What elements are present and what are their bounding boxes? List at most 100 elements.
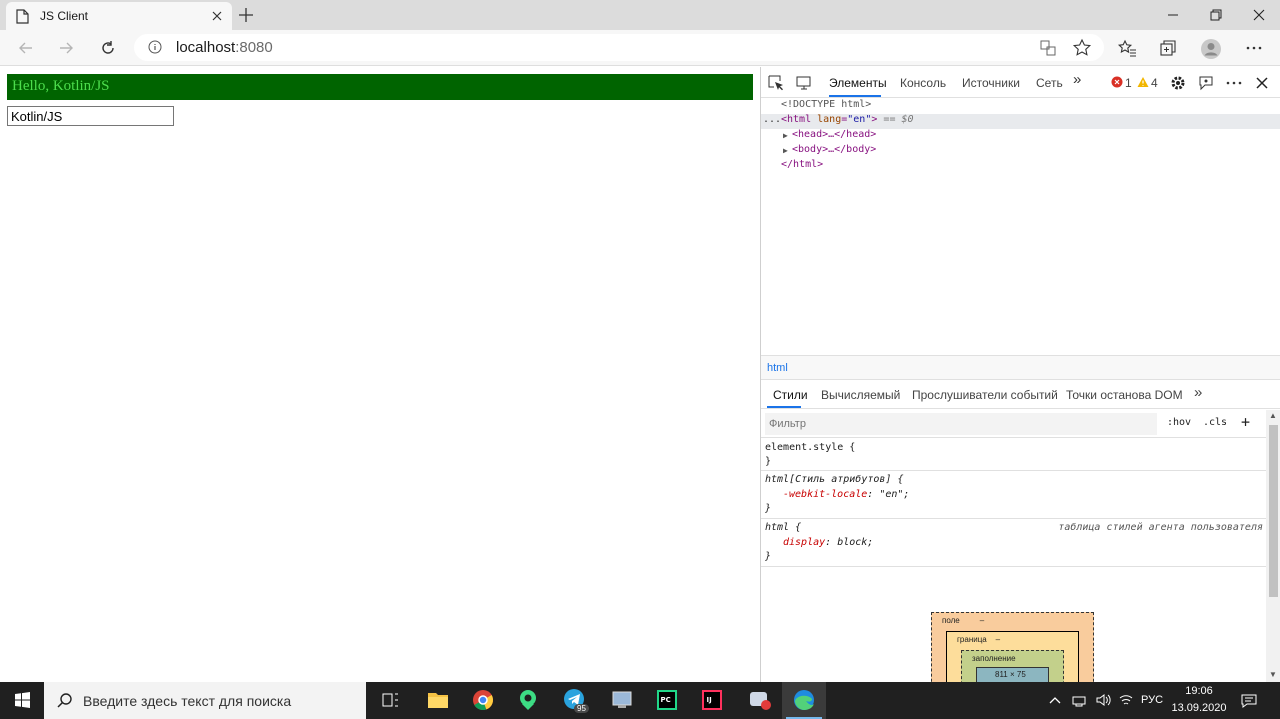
tab-dom-breakpoints[interactable]: Точки останова DOM (1066, 388, 1183, 402)
rule-close: } (765, 551, 772, 562)
taskbar-app[interactable] (600, 682, 644, 719)
intellij-icon: IJ (702, 690, 722, 710)
tab-styles[interactable]: Стили (773, 388, 808, 402)
task-view-button[interactable] (368, 682, 412, 719)
more-options-icon[interactable] (1244, 38, 1264, 58)
favorite-star-icon[interactable] (1072, 38, 1092, 58)
rule-selector: html { (765, 522, 802, 533)
class-button[interactable]: .cls (1203, 417, 1227, 428)
rule-selector: element.style { (765, 442, 856, 453)
minimize-icon[interactable] (1163, 5, 1183, 25)
taskbar-pycharm[interactable]: PC (645, 682, 689, 719)
head-node-text: <head>…</head> (792, 129, 877, 140)
dom-node-html-close[interactable]: </html> (761, 159, 1280, 174)
chrome-icon (473, 690, 494, 710)
expand-arrow-icon[interactable]: ▶ (783, 131, 788, 140)
volume-icon[interactable] (1095, 692, 1111, 708)
collections-icon[interactable] (1158, 38, 1178, 58)
inspect-element-icon[interactable] (767, 74, 785, 92)
taskbar-intellij[interactable]: IJ (690, 682, 734, 719)
text-input[interactable] (7, 106, 174, 126)
windows-taskbar: Введите здесь текст для поиска 95 PC IJ (0, 682, 1280, 719)
close-window-icon[interactable] (1249, 5, 1269, 25)
start-button[interactable] (0, 682, 44, 719)
tab-network[interactable]: Сеть (1036, 76, 1063, 90)
profile-avatar-icon[interactable] (1200, 38, 1221, 59)
language-indicator[interactable]: РУС (1141, 694, 1163, 706)
error-icon[interactable] (1111, 76, 1123, 88)
rule-user-agent[interactable]: html { таблица стилей агента пользовател… (761, 519, 1266, 567)
box-model-margin-label: поле – (942, 616, 985, 625)
notifications-icon[interactable] (1240, 692, 1258, 710)
settings-gear-icon[interactable] (1169, 74, 1187, 92)
page-icon (16, 9, 29, 24)
taskbar-telegram[interactable]: 95 (552, 682, 596, 719)
dom-node-doctype[interactable]: <!DOCTYPE html> (761, 99, 1280, 114)
browser-tab[interactable]: JS Client (6, 2, 232, 30)
taskbar-chrome[interactable] (461, 682, 505, 719)
refresh-icon[interactable] (98, 38, 118, 58)
rule-attribute-style[interactable]: html[Стиль атрибутов] { -webkit-locale: … (761, 471, 1266, 519)
dom-node-head[interactable]: ▶ <head>…</head> (761, 129, 1280, 144)
styles-scrollbar[interactable]: ▲ ▼ (1266, 410, 1280, 682)
tab-computed[interactable]: Вычисляемый (821, 388, 900, 402)
page-viewport: Hello, Kotlin/JS (0, 67, 760, 682)
taskbar-explorer[interactable] (416, 682, 460, 719)
hover-state-button[interactable]: :hov (1167, 417, 1191, 428)
clock-time[interactable]: 19:06 (1170, 685, 1228, 697)
tab-event-listeners[interactable]: Прослушиватели событий (912, 388, 1058, 402)
close-tab-icon[interactable] (209, 8, 225, 24)
url-port: :8080 (235, 39, 273, 56)
address-bar[interactable]: localhost:8080 (134, 34, 1104, 61)
devtools-menu-icon[interactable] (1225, 74, 1243, 92)
scroll-down-icon[interactable]: ▼ (1269, 670, 1277, 679)
breadcrumb-html[interactable]: html (767, 362, 788, 374)
tab-sources[interactable]: Источники (962, 76, 1020, 90)
clock-date[interactable]: 13.09.2020 (1170, 702, 1228, 714)
taskbar-maps[interactable] (506, 682, 550, 719)
favorites-icon[interactable] (1117, 38, 1137, 58)
expand-arrow-icon[interactable]: ▶ (783, 146, 788, 155)
device-toolbar-icon[interactable] (795, 74, 813, 92)
new-rule-icon[interactable]: + (1241, 413, 1250, 431)
taskbar-edge[interactable] (782, 682, 826, 719)
translate-icon[interactable] (1038, 38, 1058, 58)
taskbar-app-2[interactable] (737, 682, 781, 719)
map-pin-icon (520, 690, 536, 710)
more-tabs-icon[interactable]: » (1194, 384, 1202, 401)
wifi-icon[interactable] (1118, 692, 1134, 708)
svg-text:PC: PC (661, 696, 671, 704)
css-value: : "en"; (867, 489, 910, 500)
back-icon[interactable] (16, 38, 36, 58)
restore-icon[interactable] (1206, 5, 1226, 25)
app-icon (750, 692, 771, 710)
warning-count: 4 (1151, 76, 1158, 90)
more-tabs-icon[interactable]: » (1073, 71, 1091, 89)
taskbar-search[interactable]: Введите здесь текст для поиска (44, 682, 366, 719)
dom-node-body[interactable]: ▶ <body>…</body> (761, 144, 1280, 159)
box-model-padding-label: заполнение (972, 654, 1016, 663)
rule-element-style[interactable]: element.style { } (761, 439, 1266, 471)
new-tab-icon[interactable] (237, 6, 255, 24)
site-info-icon[interactable] (148, 40, 162, 54)
tab-console[interactable]: Консоль (900, 76, 946, 90)
feedback-icon[interactable] (1197, 74, 1215, 92)
search-placeholder: Введите здесь текст для поиска (83, 693, 292, 709)
node-menu-dots[interactable]: ... (763, 114, 781, 125)
pycharm-icon: PC (657, 690, 677, 710)
network-icon[interactable] (1071, 692, 1087, 708)
tab-elements[interactable]: Элементы (829, 76, 887, 90)
scroll-up-icon[interactable]: ▲ (1269, 411, 1277, 420)
dom-node-html[interactable]: ... <html lang="en"> == $0 (761, 114, 1280, 129)
notification-badge: 95 (574, 704, 589, 713)
styles-filter-input[interactable] (765, 413, 1157, 435)
scrollbar-thumb[interactable] (1269, 425, 1278, 597)
tray-expand-icon[interactable] (1048, 693, 1062, 707)
edge-icon (794, 690, 814, 711)
forward-icon[interactable] (56, 38, 76, 58)
rule-close: } (765, 503, 772, 514)
doctype-text: <!DOCTYPE html> (781, 99, 872, 110)
rule-source: таблица стилей агента пользователя (1058, 522, 1263, 533)
warning-icon[interactable] (1137, 76, 1149, 88)
close-devtools-icon[interactable] (1253, 74, 1271, 92)
